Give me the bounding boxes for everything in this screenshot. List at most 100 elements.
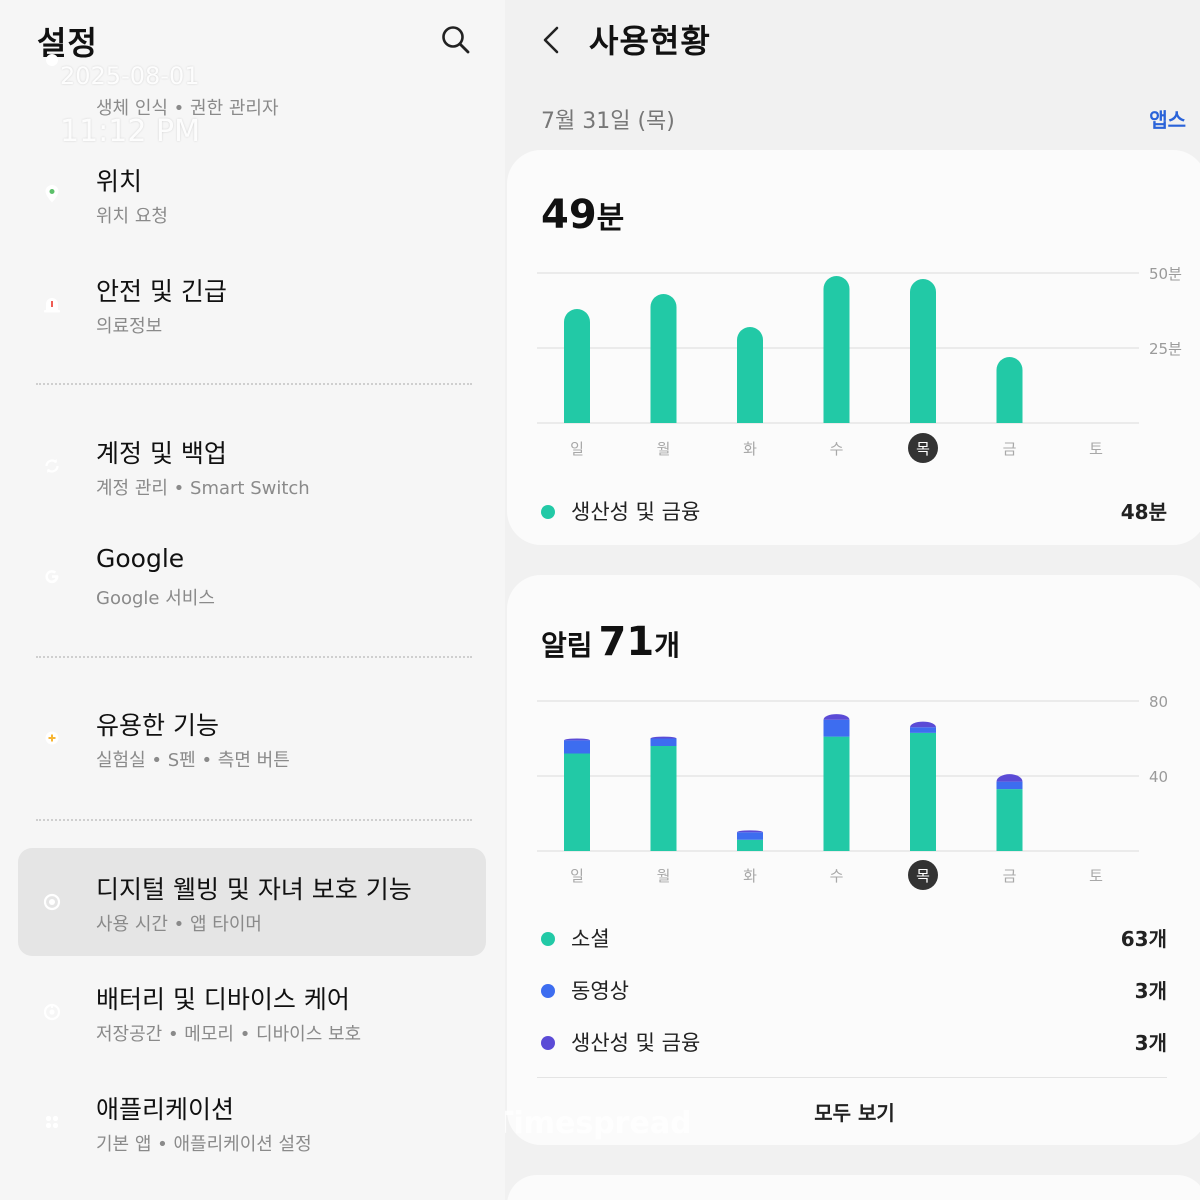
settings-item-subtitle: 실험실 • S펜 • 측면 버튼 — [96, 750, 290, 771]
usage-pane: 사용현황 7월 31일 (목) 앱스 49분 25분 50분 일 월 화 수 목 금 토 생산성… — [505, 0, 1200, 1200]
settings-item-accounts[interactable]: 계정 및 백업 계정 관리 • Smart Switch — [18, 412, 486, 520]
notifications-card: 알림 71개 40 80 일 월 화 수 목 금 토 소셜 63개 동영상 3개 생산성 및 금융… — [507, 575, 1200, 1145]
bar-수-생산성 및 금융 — [823, 714, 850, 720]
bar-수-동영상 — [823, 719, 850, 737]
device-care-icon — [30, 990, 74, 1034]
bar-금-동영상 — [996, 781, 1023, 790]
x-tick-label: 화 — [743, 440, 757, 458]
x-tick-label: 월 — [657, 440, 671, 458]
bar-목-소셜 — [910, 732, 936, 851]
legend-value: 48분 — [1120, 500, 1167, 524]
overlay-time: 11:12 PM — [60, 114, 200, 149]
siren-icon — [30, 282, 74, 326]
settings-item-label: 배터리 및 디바이스 케어 — [96, 985, 350, 1014]
x-tick-label: 토 — [1089, 440, 1103, 458]
screen-time-chart: 25분 50분일 월 화 수 목 금 토 — [537, 265, 1182, 463]
settings-item-subtitle: 기본 앱 • 애플리케이션 설정 — [96, 1134, 312, 1155]
bar-수-소셜 — [823, 736, 850, 851]
card-separator — [537, 1077, 1167, 1078]
section-divider — [36, 656, 472, 658]
usage-title: 사용현황 — [589, 22, 711, 60]
section-divider — [36, 819, 472, 821]
x-tick-label: 토 — [1089, 867, 1103, 885]
x-tick-label: 화 — [743, 867, 757, 885]
bar-수-생산성 및 금융 — [823, 276, 850, 423]
settings-item-label: 디지털 웰빙 및 자녀 보호 기능 — [96, 875, 412, 904]
legend-row: 동영상 3개 — [541, 975, 1167, 1005]
apps-link[interactable]: 앱스 — [1149, 104, 1186, 133]
watermark-text: Timespread — [505, 1106, 692, 1141]
settings-item-label: Google — [96, 544, 185, 573]
x-tick-label: 월 — [657, 867, 671, 885]
settings-item-location[interactable]: 위치 위치 요청 — [18, 140, 486, 248]
bar-월-소셜 — [650, 746, 677, 851]
y-tick-label: 25분 — [1149, 340, 1182, 358]
wellbeing-icon — [30, 880, 74, 924]
y-tick-label: 50분 — [1149, 265, 1182, 283]
legend-name: 동영상 — [571, 979, 629, 1003]
bar-월-생산성 및 금융 — [650, 736, 677, 739]
settings-item-subtitle: 사용 시간 • 앱 타이머 — [96, 914, 262, 935]
x-tick-label: 수 — [830, 867, 844, 885]
y-tick-label: 80 — [1149, 693, 1168, 711]
settings-item-subtitle: 위치 요청 — [96, 206, 168, 227]
settings-item-google[interactable]: Google Google 서비스 — [18, 522, 486, 630]
bar-월-생산성 및 금융 — [650, 294, 677, 423]
bar-화-동영상 — [737, 832, 763, 840]
bar-일-동영상 — [564, 740, 590, 754]
bar-목-생산성 및 금융 — [910, 279, 936, 423]
x-tick-label: 금 — [1003, 867, 1017, 885]
settings-item-safety[interactable]: 안전 및 긴급 의료정보 — [18, 250, 486, 358]
sync-icon — [30, 444, 74, 488]
location-icon — [30, 172, 74, 216]
settings-item-apps[interactable]: 애플리케이션 기본 앱 • 애플리케이션 설정 — [18, 1068, 486, 1176]
bar-일-생산성 및 금융 — [564, 309, 590, 423]
x-tick-label: 목 — [916, 867, 930, 885]
usage-date: 7월 31일 (목) — [541, 109, 675, 134]
legend-name: 생산성 및 금융 — [571, 500, 701, 524]
x-tick-label: 목 — [916, 440, 930, 458]
legend-dot — [541, 984, 555, 998]
google-icon — [30, 554, 74, 598]
x-tick-label: 금 — [1003, 440, 1017, 458]
settings-item-subtitle: 계정 관리 • Smart Switch — [96, 478, 310, 499]
settings-pane: 설정 생체 인식 • 권한 관리자 위치 위치 요청 안전 및 긴급 의료정보 … — [0, 0, 505, 1200]
settings-item-label: 애플리케이션 — [96, 1095, 235, 1124]
bar-목-생산성 및 금융 — [910, 721, 936, 728]
overlay-date: 2025-08-01 — [60, 62, 200, 90]
legend-dot — [541, 1036, 555, 1050]
settings-item-label: 안전 및 긴급 — [96, 277, 227, 306]
x-tick-label: 일 — [570, 867, 584, 885]
x-tick-label: 일 — [570, 440, 584, 458]
legend-row: 생산성 및 금융 48분 — [541, 496, 1167, 526]
section-divider — [36, 383, 472, 385]
legend-value: 63개 — [1120, 927, 1167, 951]
bar-금-생산성 및 금융 — [996, 357, 1023, 423]
bar-월-동영상 — [650, 738, 677, 746]
settings-item-subtitle: 의료정보 — [96, 316, 163, 337]
settings-item-label: 유용한 기능 — [96, 711, 219, 740]
bar-화-생산성 및 금융 — [737, 830, 763, 833]
settings-item-label: 위치 — [96, 167, 143, 196]
settings-item-battery[interactable]: 배터리 및 디바이스 케어 저장공간 • 메모리 • 디바이스 보호 — [18, 958, 486, 1066]
legend-name: 소셜 — [571, 927, 610, 951]
legend-value: 3개 — [1134, 1031, 1167, 1055]
bar-금-소셜 — [996, 789, 1023, 851]
bar-목-동영상 — [910, 727, 936, 733]
x-tick-label: 수 — [830, 440, 844, 458]
legend-value: 3개 — [1134, 979, 1167, 1003]
bar-일-소셜 — [564, 753, 590, 851]
settings-item-subtitle: Google 서비스 — [96, 588, 215, 609]
back-arrow-icon[interactable] — [535, 20, 571, 60]
next-card — [507, 1175, 1200, 1200]
apps-grid-icon — [30, 1100, 74, 1144]
settings-item-digital-wellbeing[interactable]: 디지털 웰빙 및 자녀 보호 기능 사용 시간 • 앱 타이머 — [18, 848, 486, 956]
bar-일-생산성 및 금융 — [564, 738, 590, 741]
legend-dot — [541, 932, 555, 946]
settings-item-advanced[interactable]: 유용한 기능 실험실 • S펜 • 측면 버튼 — [18, 684, 486, 792]
bar-화-생산성 및 금융 — [737, 327, 763, 423]
settings-item-subtitle: 저장공간 • 메모리 • 디바이스 보호 — [96, 1024, 362, 1045]
legend-row: 소셜 63개 — [541, 923, 1167, 953]
plus-gear-icon — [30, 716, 74, 760]
bar-화-소셜 — [737, 839, 763, 851]
